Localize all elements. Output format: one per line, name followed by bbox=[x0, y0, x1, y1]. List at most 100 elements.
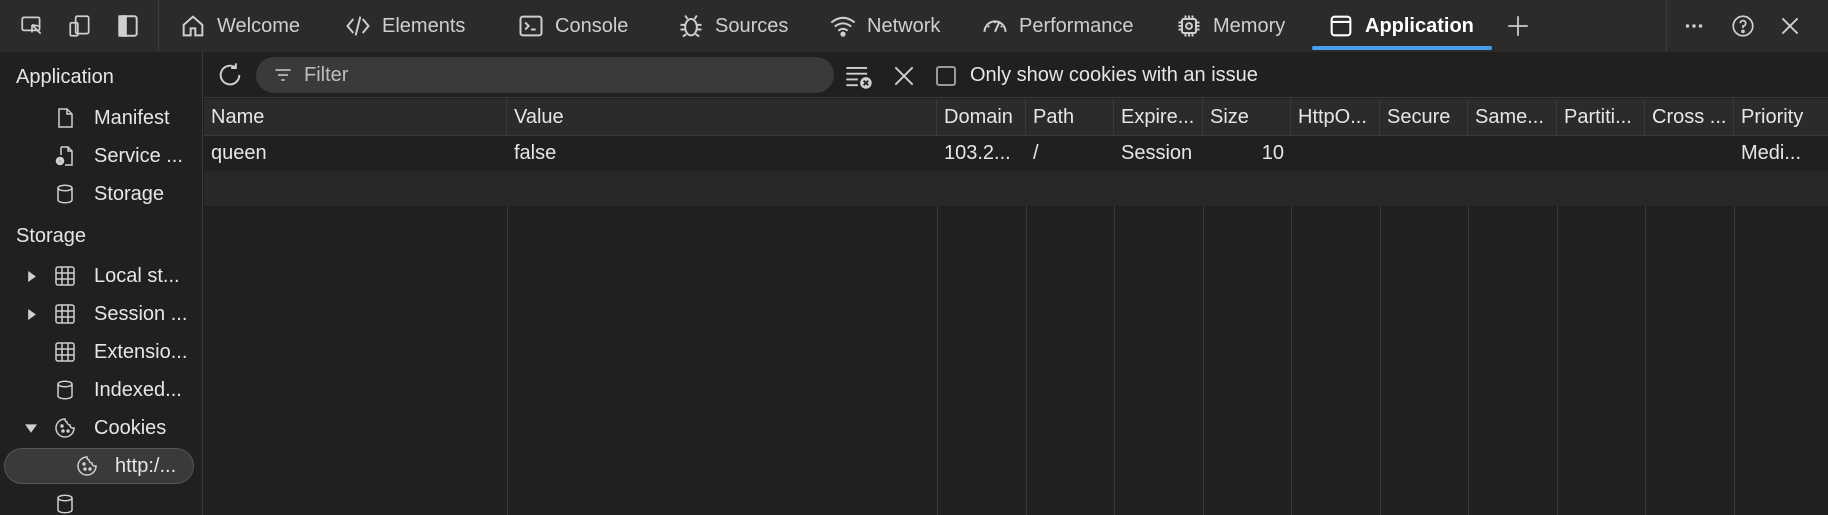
sidebar-item-label: Service ... bbox=[94, 144, 183, 167]
cell-size: 10 bbox=[1261, 142, 1284, 164]
toolbar-separator-right bbox=[1666, 0, 1667, 52]
tab-elements[interactable]: Elements bbox=[343, 0, 465, 52]
tab-sources-label: Sources bbox=[715, 14, 789, 37]
grid-icon bbox=[52, 263, 78, 289]
inspect-element-icon[interactable] bbox=[14, 8, 50, 44]
delete-selected-icon[interactable] bbox=[888, 60, 920, 92]
device-emulation-icon[interactable] bbox=[62, 8, 98, 44]
collapse-triangle-icon[interactable] bbox=[24, 421, 38, 435]
column-header-value[interactable]: Value bbox=[507, 99, 937, 135]
tab-elements-label: Elements bbox=[382, 14, 466, 37]
only-issue-label: Only show cookies with an issue bbox=[970, 64, 1258, 86]
sidebar-item-label: Storage bbox=[94, 182, 165, 205]
expand-triangle-icon[interactable] bbox=[24, 269, 38, 283]
tab-console[interactable]: Console bbox=[516, 0, 628, 52]
column-header-name[interactable]: Name bbox=[204, 99, 507, 135]
sidebar-header-application: Application bbox=[16, 66, 114, 88]
sidebar-item-label: Indexed... bbox=[94, 378, 182, 401]
tab-memory-label: Memory bbox=[1213, 14, 1286, 37]
cell-expires: Session bbox=[1121, 142, 1193, 164]
console-icon bbox=[516, 11, 546, 41]
sidebar-item-label: http:/... bbox=[115, 454, 177, 477]
gauge-icon bbox=[980, 11, 1010, 41]
cell-name: queen bbox=[211, 142, 267, 164]
database-icon bbox=[52, 377, 78, 403]
sidebar-item-local-storage[interactable]: Local st... bbox=[0, 258, 202, 294]
column-header-expires[interactable]: Expire... bbox=[1114, 99, 1203, 135]
tab-sources[interactable]: Sources bbox=[676, 0, 788, 52]
active-tab-indicator bbox=[1312, 46, 1492, 50]
cell-partition bbox=[1557, 136, 1645, 171]
cell-value: false bbox=[514, 142, 557, 164]
bug-icon bbox=[676, 11, 706, 41]
tab-network-label: Network bbox=[867, 14, 941, 37]
column-header-secure[interactable]: Secure bbox=[1380, 99, 1468, 135]
cell-domain: 103.2... bbox=[944, 142, 1011, 164]
tab-memory[interactable]: Memory bbox=[1174, 0, 1285, 52]
cookies-toolbar: Only show cookies with an issue bbox=[204, 52, 1828, 98]
sidebar-item-extension-storage[interactable]: Extensio... bbox=[0, 334, 202, 370]
gear-document-icon bbox=[52, 143, 78, 169]
application-sidebar: Application Manifest Service ... Storage… bbox=[0, 52, 203, 515]
cookie-icon bbox=[74, 453, 100, 479]
sidebar-item-label: Cookies bbox=[94, 416, 167, 439]
tab-application-label: Application bbox=[1365, 14, 1474, 37]
table-row[interactable]: queen false 103.2... / Session 10 Medi..… bbox=[204, 136, 1828, 171]
clear-all-cookies-icon[interactable] bbox=[842, 60, 876, 92]
tab-welcome-label: Welcome bbox=[217, 14, 300, 37]
document-icon bbox=[52, 105, 78, 131]
only-issue-checkbox[interactable]: Only show cookies with an issue bbox=[936, 64, 1258, 87]
column-header-priority[interactable]: Priority bbox=[1734, 99, 1828, 135]
tab-network[interactable]: Network bbox=[828, 0, 940, 52]
tab-performance-label: Performance bbox=[1019, 14, 1134, 37]
sidebar-item-session-storage[interactable]: Session ... bbox=[0, 296, 202, 332]
column-header-cross-site[interactable]: Cross ... bbox=[1645, 99, 1734, 135]
window-icon bbox=[1326, 11, 1356, 41]
sidebar-item-partial[interactable] bbox=[0, 486, 202, 515]
code-icon bbox=[343, 11, 373, 41]
column-header-partition[interactable]: Partiti... bbox=[1557, 99, 1645, 135]
sidebar-item-cookie-origin[interactable]: http:/... bbox=[4, 448, 194, 484]
sidebar-item-storage[interactable]: Storage bbox=[0, 176, 202, 212]
column-header-domain[interactable]: Domain bbox=[937, 99, 1026, 135]
close-devtools-icon[interactable] bbox=[1772, 8, 1808, 44]
toggle-sidebar-icon[interactable] bbox=[110, 8, 146, 44]
wifi-icon bbox=[828, 11, 858, 41]
tab-welcome[interactable]: Welcome bbox=[178, 0, 300, 52]
table-row-empty bbox=[204, 171, 1828, 206]
more-options-icon[interactable] bbox=[1676, 8, 1712, 44]
chip-icon bbox=[1174, 11, 1204, 41]
cell-path: / bbox=[1033, 142, 1039, 164]
filter-input[interactable] bbox=[304, 63, 804, 87]
tab-console-label: Console bbox=[555, 14, 629, 37]
column-header-path[interactable]: Path bbox=[1026, 99, 1114, 135]
expand-triangle-icon[interactable] bbox=[24, 307, 38, 321]
help-icon[interactable] bbox=[1725, 8, 1761, 44]
filter-box[interactable] bbox=[256, 57, 834, 93]
home-icon bbox=[178, 11, 208, 41]
cookie-icon bbox=[52, 415, 78, 441]
sidebar-item-manifest[interactable]: Manifest bbox=[0, 100, 202, 136]
database-icon bbox=[52, 491, 78, 515]
tab-performance[interactable]: Performance bbox=[980, 0, 1134, 52]
column-header-size[interactable]: Size bbox=[1203, 99, 1291, 135]
sidebar-item-cookies[interactable]: Cookies bbox=[0, 410, 202, 446]
sidebar-item-label: Local st... bbox=[94, 264, 180, 287]
toolbar-separator bbox=[158, 0, 159, 52]
column-header-httponly[interactable]: HttpO... bbox=[1291, 99, 1380, 135]
checkbox-box[interactable] bbox=[936, 65, 956, 86]
sidebar-item-label: Extensio... bbox=[94, 340, 188, 363]
refresh-icon[interactable] bbox=[214, 59, 246, 91]
cookies-table: Name Value Domain Path Expire... Size Ht… bbox=[204, 99, 1828, 515]
devtools-toolbar: Welcome Elements Console Sources Network… bbox=[0, 0, 1828, 52]
cell-priority: Medi... bbox=[1741, 142, 1802, 164]
grid-icon bbox=[52, 301, 78, 327]
column-header-samesite[interactable]: Same... bbox=[1468, 99, 1557, 135]
sidebar-item-indexeddb[interactable]: Indexed... bbox=[0, 372, 202, 408]
tab-application[interactable]: Application bbox=[1326, 0, 1474, 52]
add-tab-icon[interactable] bbox=[1500, 8, 1536, 44]
filter-icon bbox=[272, 64, 294, 86]
cell-samesite bbox=[1468, 136, 1557, 171]
sidebar-item-service-workers[interactable]: Service ... bbox=[0, 138, 202, 174]
database-icon bbox=[52, 181, 78, 207]
